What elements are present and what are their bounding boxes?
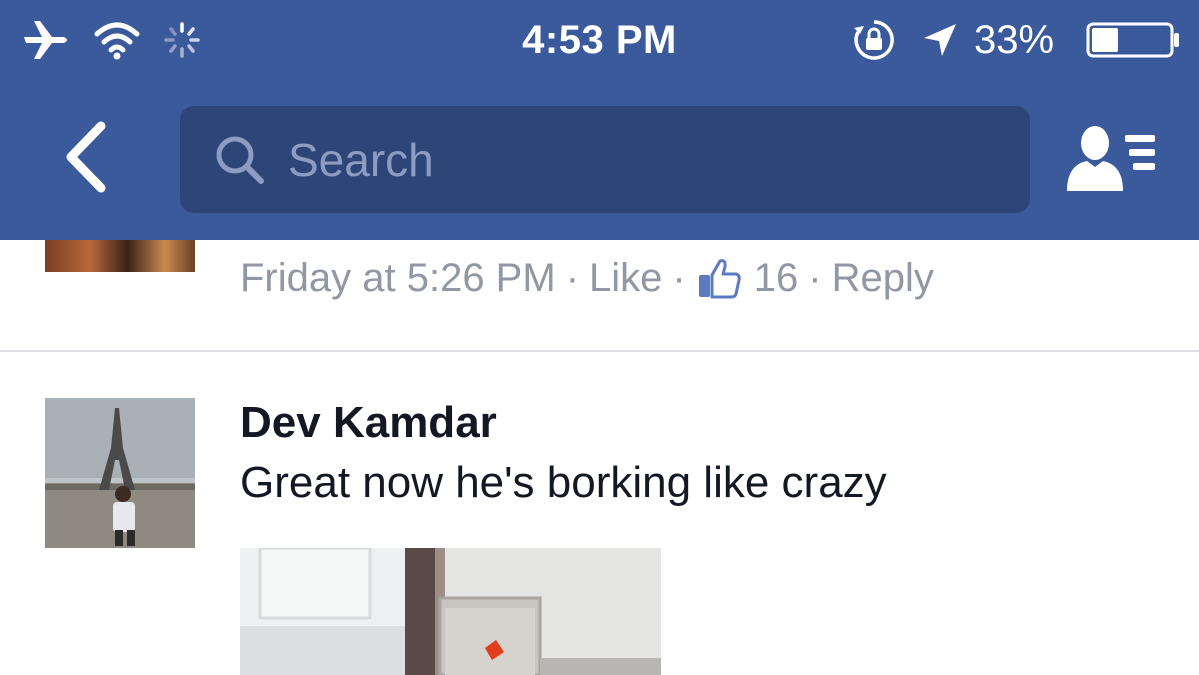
friend-list-icon: [1067, 126, 1155, 191]
app-screen: 4:53 PM 33% Search Friday at 5:26 PM · L…: [0, 0, 1199, 675]
previous-comment-avatar[interactable]: [45, 240, 195, 272]
navigation-bar: Search: [0, 86, 1199, 240]
battery-percent: 33%: [974, 18, 1055, 62]
search-placeholder: Search: [288, 133, 434, 186]
separator-dot: ·: [565, 255, 580, 300]
like-count[interactable]: 16: [754, 256, 799, 301]
friend-list-button[interactable]: [1058, 114, 1164, 204]
like-thumb-icon: [696, 255, 742, 301]
separator-dot: ·: [808, 255, 822, 300]
battery-icon: [1086, 14, 1182, 66]
comment-text: Great now he's borking like crazy: [240, 458, 887, 507]
chevron-left-icon: [66, 121, 106, 193]
comment-timestamp: Friday at 5:26 PM: [240, 255, 556, 300]
previous-comment-meta: Friday at 5:26 PM · Like · 16 · Reply: [240, 250, 934, 306]
commenter-avatar[interactable]: [45, 398, 195, 548]
comment-author[interactable]: Dev Kamdar: [240, 398, 497, 448]
comment-divider: [0, 350, 1199, 352]
like-link[interactable]: Like: [589, 256, 662, 301]
search-icon: [212, 132, 268, 188]
comment-photo[interactable]: [240, 548, 661, 675]
search-input[interactable]: Search: [180, 106, 1030, 213]
status-bar: 4:53 PM 33%: [0, 0, 1199, 86]
reply-link[interactable]: Reply: [832, 256, 934, 301]
back-button[interactable]: [46, 112, 126, 202]
rotation-lock-icon: [852, 14, 896, 66]
separator-dot: ·: [672, 255, 686, 300]
location-arrow-icon: [920, 14, 960, 66]
